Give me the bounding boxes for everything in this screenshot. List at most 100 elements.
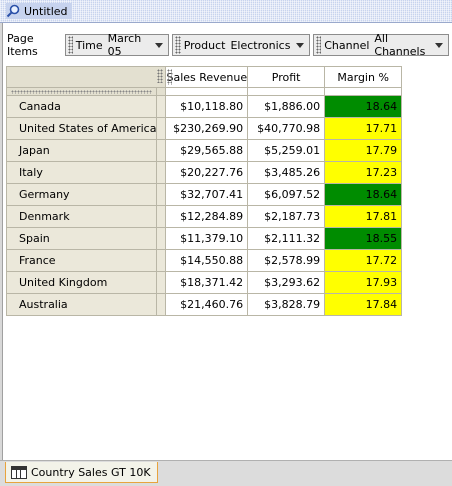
table-row: United Kingdom $18,371.42 $3,293.62 17.93 bbox=[5, 271, 403, 294]
drag-handle-icon[interactable] bbox=[316, 36, 322, 54]
column-header-label: Profit bbox=[271, 70, 301, 84]
table-row: France $14,550.88 $2,578.99 17.72 bbox=[5, 249, 403, 272]
table-row: Germany $32,707.41 $6,097.52 18.64 bbox=[5, 183, 403, 206]
row-header-grip-cell bbox=[156, 227, 167, 250]
margin-cell[interactable]: 17.81 bbox=[324, 205, 403, 228]
page-item-time[interactable]: Time March 05 bbox=[64, 32, 169, 58]
row-header-grip-cell bbox=[156, 95, 167, 118]
crosstab-corner bbox=[5, 66, 167, 88]
sales-revenue-cell[interactable]: $12,284.89 bbox=[165, 205, 249, 228]
sales-revenue-cell[interactable]: $29,565.88 bbox=[165, 139, 249, 162]
measure-subheader-row bbox=[5, 87, 403, 96]
measure-subheader-cell bbox=[165, 87, 249, 96]
row-header-grip-cell bbox=[156, 117, 167, 140]
sales-revenue-cell[interactable]: $10,118.80 bbox=[165, 95, 249, 118]
row-header-grip-cell bbox=[156, 271, 167, 294]
row-header-grip-cell bbox=[156, 249, 167, 272]
table-row: Canada $10,118.80 $1,886.00 18.64 bbox=[5, 95, 403, 118]
profit-cell[interactable]: $1,886.00 bbox=[247, 95, 326, 118]
row-header-country[interactable]: Australia bbox=[5, 293, 158, 316]
sales-revenue-cell[interactable]: $18,371.42 bbox=[165, 271, 249, 294]
margin-cell[interactable]: 17.71 bbox=[324, 117, 403, 140]
profit-cell[interactable]: $2,578.99 bbox=[247, 249, 326, 272]
margin-cell[interactable]: 18.64 bbox=[324, 95, 403, 118]
title-bar: Untitled bbox=[0, 0, 452, 23]
table-row: Denmark $12,284.89 $2,187.73 17.81 bbox=[5, 205, 403, 228]
drag-handle-icon[interactable] bbox=[157, 69, 164, 83]
column-header-sales-revenue[interactable]: Sales Revenue bbox=[165, 66, 249, 88]
sales-revenue-cell[interactable]: $21,460.76 bbox=[165, 293, 249, 316]
column-header-profit[interactable]: Profit bbox=[247, 66, 326, 88]
margin-cell[interactable]: 17.84 bbox=[324, 293, 403, 316]
margin-cell[interactable]: 17.79 bbox=[324, 139, 403, 162]
sheet-tab-label: Country Sales GT 10K bbox=[31, 465, 151, 479]
window-frame-left bbox=[0, 23, 3, 460]
sales-revenue-cell[interactable]: $230,269.90 bbox=[165, 117, 249, 140]
sales-revenue-cell[interactable]: $20,227.76 bbox=[165, 161, 249, 184]
row-header-country[interactable]: Canada bbox=[5, 95, 158, 118]
profit-cell[interactable]: $2,111.32 bbox=[247, 227, 326, 250]
column-header-label: Sales Revenue bbox=[166, 70, 248, 84]
row-header-country[interactable]: United States of America bbox=[5, 117, 158, 140]
margin-cell[interactable]: 17.72 bbox=[324, 249, 403, 272]
page-item-dimension: Channel bbox=[324, 38, 370, 52]
profit-cell[interactable]: $5,259.01 bbox=[247, 139, 326, 162]
chevron-down-icon[interactable] bbox=[435, 42, 443, 48]
measure-subheader-cell bbox=[247, 87, 326, 96]
row-header-country[interactable]: Italy bbox=[5, 161, 158, 184]
page-item-channel[interactable]: Channel All Channels bbox=[313, 32, 449, 58]
row-header-grip-cell bbox=[156, 293, 167, 316]
profit-cell[interactable]: $40,770.98 bbox=[247, 117, 326, 140]
drag-handle-icon[interactable] bbox=[11, 89, 153, 94]
row-header-grip-cell bbox=[156, 139, 167, 162]
profit-cell[interactable]: $6,097.52 bbox=[247, 183, 326, 206]
row-header-country[interactable]: Japan bbox=[5, 139, 158, 162]
page-item-value: March 05 bbox=[107, 32, 142, 58]
crosstab-body: Canada $10,118.80 $1,886.00 18.64 United Sta… bbox=[5, 95, 403, 316]
row-header-country[interactable]: Spain bbox=[5, 227, 158, 250]
row-header-grip-cell bbox=[156, 161, 167, 184]
crosstab: Sales Revenue Profit Margin % Canada $10,… bbox=[5, 66, 403, 316]
table-row: United States of America $230,269.90 $40,7… bbox=[5, 117, 403, 140]
profit-cell[interactable]: $3,485.26 bbox=[247, 161, 326, 184]
drag-handle-icon[interactable] bbox=[167, 69, 173, 85]
column-header-label: Margin % bbox=[337, 70, 389, 84]
page-items-bar: Page Items Time March 05 Product Electro… bbox=[3, 32, 452, 58]
column-header-margin[interactable]: Margin % bbox=[324, 66, 403, 88]
margin-cell[interactable]: 18.64 bbox=[324, 183, 403, 206]
row-header-country[interactable]: Denmark bbox=[5, 205, 158, 228]
table-row: Spain $11,379.10 $2,111.32 18.55 bbox=[5, 227, 403, 250]
margin-cell[interactable]: 18.55 bbox=[324, 227, 403, 250]
row-header-spacer bbox=[156, 87, 167, 96]
page-item-value: Electronics bbox=[230, 38, 291, 52]
crosstab-icon bbox=[11, 465, 27, 479]
drag-handle-icon[interactable] bbox=[67, 36, 73, 54]
margin-cell[interactable]: 17.23 bbox=[324, 161, 403, 184]
row-header-country[interactable]: France bbox=[5, 249, 158, 272]
search-icon bbox=[6, 4, 20, 18]
measure-subheader-cell bbox=[324, 87, 403, 96]
page-item-value: All Channels bbox=[374, 32, 426, 58]
sales-revenue-cell[interactable]: $14,550.88 bbox=[165, 249, 249, 272]
chevron-down-icon[interactable] bbox=[154, 42, 163, 48]
chevron-down-icon[interactable] bbox=[296, 42, 305, 48]
margin-cell[interactable]: 17.93 bbox=[324, 271, 403, 294]
page-item-dimension: Product bbox=[183, 38, 226, 52]
sales-revenue-cell[interactable]: $32,707.41 bbox=[165, 183, 249, 206]
sheet-tab[interactable]: Country Sales GT 10K bbox=[5, 462, 158, 483]
window-title: Untitled bbox=[24, 4, 68, 18]
profit-cell[interactable]: $3,293.62 bbox=[247, 271, 326, 294]
row-header-grip[interactable] bbox=[5, 87, 158, 96]
row-header-country[interactable]: United Kingdom bbox=[5, 271, 158, 294]
sheet-tab-strip: Country Sales GT 10K bbox=[0, 460, 452, 486]
row-header-grip-cell bbox=[156, 205, 167, 228]
table-row: Australia $21,460.76 $3,828.79 17.84 bbox=[5, 293, 403, 316]
page-item-product[interactable]: Product Electronics bbox=[171, 34, 311, 56]
page-item-dimension: Time bbox=[75, 38, 103, 52]
row-header-grip-cell bbox=[156, 183, 167, 206]
sales-revenue-cell[interactable]: $11,379.10 bbox=[165, 227, 249, 250]
profit-cell[interactable]: $2,187.73 bbox=[247, 205, 326, 228]
profit-cell[interactable]: $3,828.79 bbox=[247, 293, 326, 316]
drag-handle-icon[interactable] bbox=[174, 36, 181, 54]
row-header-country[interactable]: Germany bbox=[5, 183, 158, 206]
